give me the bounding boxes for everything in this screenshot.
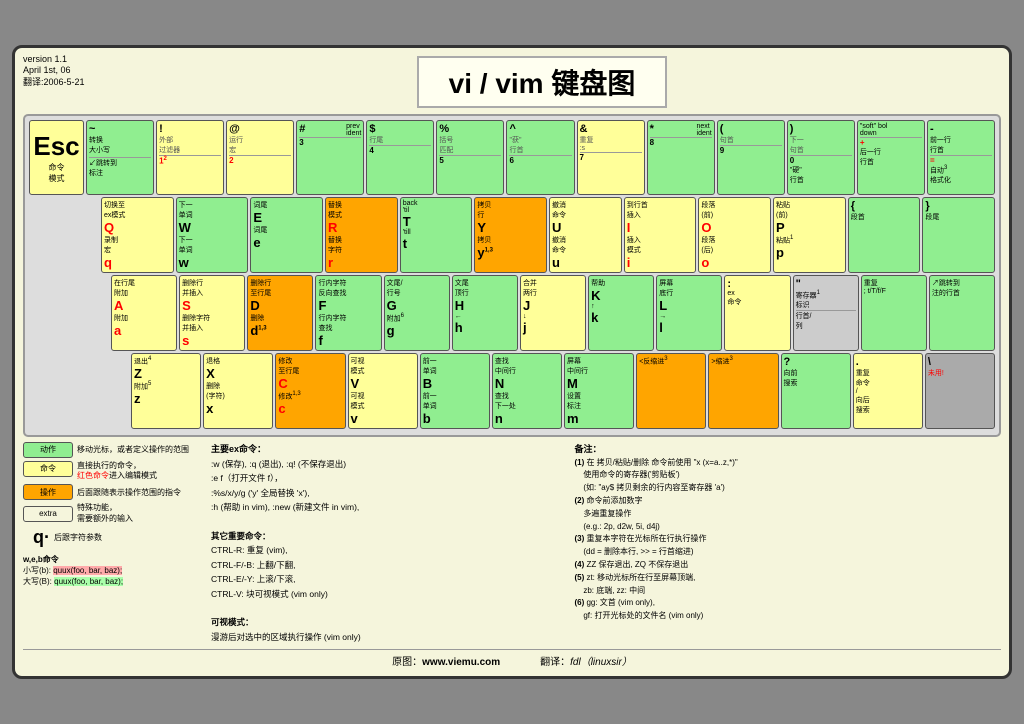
- lparen-key: ( 句首 9: [717, 120, 785, 195]
- legend-yellow-box: 命令: [23, 461, 73, 477]
- legend-extra-box: extra: [23, 506, 73, 522]
- hash-key: # prevident 3: [296, 120, 364, 195]
- j-key: 合并两行 J ↓ j: [520, 275, 586, 351]
- n-key: 查找中间行 N 查找下一处 n: [492, 353, 562, 429]
- quote-key: " 寄存器1标识 行首/列: [793, 275, 859, 351]
- question-key: ? 向前搜索: [781, 353, 851, 429]
- b-key: 前一单词 B 前一单词 b: [420, 353, 490, 429]
- main-container: version 1.1 April 1st, 06 翻译:2006-5-21 v…: [12, 45, 1012, 680]
- g-key: 文尾/行号 G 附加6 g: [384, 275, 450, 351]
- commands-list: :w (保存), :q (退出), :q! (不保存退出) :e f（打开文件 …: [211, 457, 566, 645]
- x-key: 退格 X 删除(字符) x: [203, 353, 273, 429]
- s-key: 删除行并插入 S 删除字符并插入 s: [179, 275, 245, 351]
- u-key: 撤消命令 U 撤消命令 u: [549, 197, 622, 273]
- version-info: version 1.1 April 1st, 06 翻译:2006-5-21: [23, 54, 85, 89]
- wbe-section: w,e,b命令 小写(b): quux(foo, bar, baz); 大写(B…: [23, 554, 203, 587]
- commands-title: 主要ex命令：: [211, 442, 566, 455]
- c-key: 修改至行尾 C 修改1,3 c: [275, 353, 345, 429]
- dot-key: . 重复命令 /向后搜索: [853, 353, 923, 429]
- excl-key: ! 外部过滤器 12: [156, 120, 224, 195]
- p-key: 粘贴(前) P 粘贴1 p: [773, 197, 846, 273]
- commands-area: 主要ex命令： :w (保存), :q (退出), :q! (不保存退出) :e…: [211, 442, 566, 645]
- notes-title: 备注：: [574, 442, 1001, 455]
- footer: 原图：www.viemu.com 翻译：fdl（linuxsir）: [23, 649, 1001, 668]
- f-key: 行内字符反向查找 F 行内字符查找 f: [315, 275, 381, 351]
- h-key: 文尾顶行 H ← h: [452, 275, 518, 351]
- legend-green-box: 动作: [23, 442, 73, 458]
- notes-list: (1) 在 拷贝/粘贴/删除 命令前使用 "x (x=a..z,*)" 使用命令…: [574, 457, 1001, 623]
- footer-original: 原图：www.viemu.com: [392, 653, 500, 668]
- a-key: 在行尾附加 A 附加 a: [111, 275, 177, 351]
- rbrace-key: } 段尾: [922, 197, 995, 273]
- title-area: vi / vim 键盘图: [23, 56, 1001, 108]
- r-key: 替换模式 R 替换字符 r: [325, 197, 398, 273]
- legend-area: 动作 移动光标，或者定义操作的范围 命令 直接执行的命令，红色命令进入编辑模式 …: [23, 442, 203, 645]
- notes-area: 备注： (1) 在 拷贝/粘贴/删除 命令前使用 "x (x=a..z,*)" …: [574, 442, 1001, 645]
- lt-key: <反缩进3: [636, 353, 706, 429]
- dollar-key: $ 行尾 4: [366, 120, 434, 195]
- q-desc: 后跟字符参数: [54, 532, 102, 543]
- v-key: 可视模式 V 可视模式 v: [348, 353, 418, 429]
- softbol-key: "soft" boldown + 后一行行首: [857, 120, 925, 195]
- footer-translator: 翻译：fdl（linuxsir）: [540, 653, 632, 668]
- i-key: 到行首插入 I 插入模式 i: [624, 197, 697, 273]
- tilde-key: ~ 转换大小写 ↙跳转到标注: [86, 120, 154, 195]
- backslash-key: \ 未用!: [925, 353, 995, 429]
- legend-extra-desc: 特殊功能， 需要额外的输入: [77, 503, 133, 524]
- m-key: 屏幕中间行 M 设置标注 m: [564, 353, 634, 429]
- legend-green-desc: 移动光标，或者定义操作的范围: [77, 444, 189, 455]
- y-key: 拷贝行 Y 拷贝 y1,3: [474, 197, 547, 273]
- q-sample: q·: [33, 527, 50, 548]
- gt-key: >缩进3: [708, 353, 778, 429]
- rparen-key: ) 下一句首 0 "硬"行首: [787, 120, 855, 195]
- minus-key: - 前一行行首 = 自动3格式化: [927, 120, 995, 195]
- l-key: 屏幕底行 L → l: [656, 275, 722, 351]
- percent-key: % 括号匹配 5: [436, 120, 504, 195]
- esc-key: Esc 命令模式: [29, 120, 84, 195]
- lbrace-key: { 段首: [848, 197, 921, 273]
- semicolon-key: 重复; t/T/f/F: [861, 275, 927, 351]
- d-key: 删除行至行尾 D 删除 d1,3: [247, 275, 313, 351]
- t-key: back'til T 'till t: [400, 197, 473, 273]
- o-key: 段落(前) O 段落(后) o: [698, 197, 771, 273]
- at-key: @ 运行宏 2: [226, 120, 294, 195]
- w-key: 下一单词 W 下一单词 w: [176, 197, 249, 273]
- q-key: 切换至ex模式 Q 录制宏 q: [101, 197, 174, 273]
- apos-key: ↗跳转到注的行首: [929, 275, 995, 351]
- amp-key: & 重复:s 7: [577, 120, 645, 195]
- legend-orange-box: 操作: [23, 484, 73, 500]
- main-title: vi / vim 键盘图: [417, 56, 668, 108]
- legend-yellow-desc: 直接执行的命令，红色命令进入编辑模式: [77, 461, 157, 482]
- legend-orange-desc: 后面跟随表示操作范围的指令: [77, 487, 181, 498]
- star-key: * nextident 8: [647, 120, 715, 195]
- caret-key: ^ "获"行首 6: [506, 120, 574, 195]
- z-key: 退出4 Z 附加5 z: [131, 353, 201, 429]
- e-key: 词尾 E 词尾 e: [250, 197, 323, 273]
- keyboard-wrapper: Esc 命令模式 ~ 转换大小写 ↙跳转到标注 ! 外: [23, 114, 1001, 437]
- k-key: 帮助 K ↑ k: [588, 275, 654, 351]
- colon-key: : ex命令: [724, 275, 790, 351]
